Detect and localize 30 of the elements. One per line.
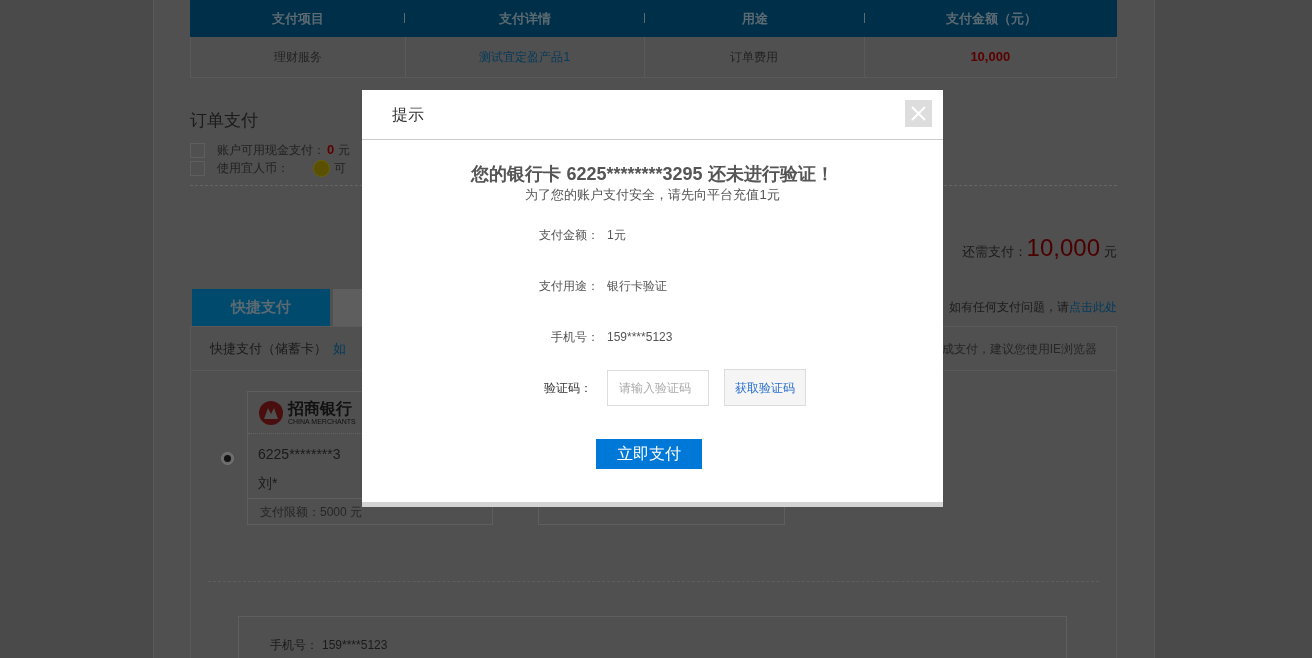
remaining-amount: 10,000 (1026, 233, 1100, 263)
get-code-button[interactable]: 获取验证码 (724, 369, 806, 406)
bank-logo-icon (258, 399, 284, 426)
column-header: 支付项目 (271, 9, 324, 28)
product-link[interactable]: 测试宜定盈产品1 (479, 48, 571, 66)
coin-icon (313, 159, 330, 177)
dialog-headline: 您的银行卡 6225********3295 还未进行验证！ (469, 163, 835, 186)
bank-name: 招商银行 (288, 399, 353, 418)
field-label: 手机号： (550, 329, 599, 346)
close-icon (911, 106, 926, 121)
field-label: 支付金额： (538, 227, 599, 244)
table-cell-text: 10,000 (970, 48, 1011, 67)
payment-tab[interactable]: 快捷支付 (192, 289, 330, 326)
column-header: 支付详情 (499, 9, 551, 28)
pay-now-button[interactable]: 立即支付 (595, 439, 702, 469)
code-input-field[interactable]: 请输入验证码 (607, 369, 709, 406)
panel-link[interactable]: 如 (333, 338, 346, 359)
close-button[interactable] (905, 100, 932, 127)
help-link[interactable]: 点击此处 (1069, 300, 1117, 314)
field-value: 1元 (607, 227, 626, 244)
radio-button[interactable] (221, 451, 234, 465)
field-value: 159****5123 (607, 329, 673, 346)
field-value: 银行卡验证 (607, 278, 667, 295)
field-label: 支付用途： (538, 278, 599, 295)
dialog-title: 提示 (392, 104, 424, 125)
column-header: 支付金额（元） (945, 9, 1037, 28)
cash-amount: 0 (327, 141, 335, 160)
dialog-subtitle: 为了您的账户支付安全，请先向平台充值1元 (524, 186, 781, 204)
code-label: 验证码： (543, 379, 592, 397)
column-header: 用途 (742, 9, 768, 28)
